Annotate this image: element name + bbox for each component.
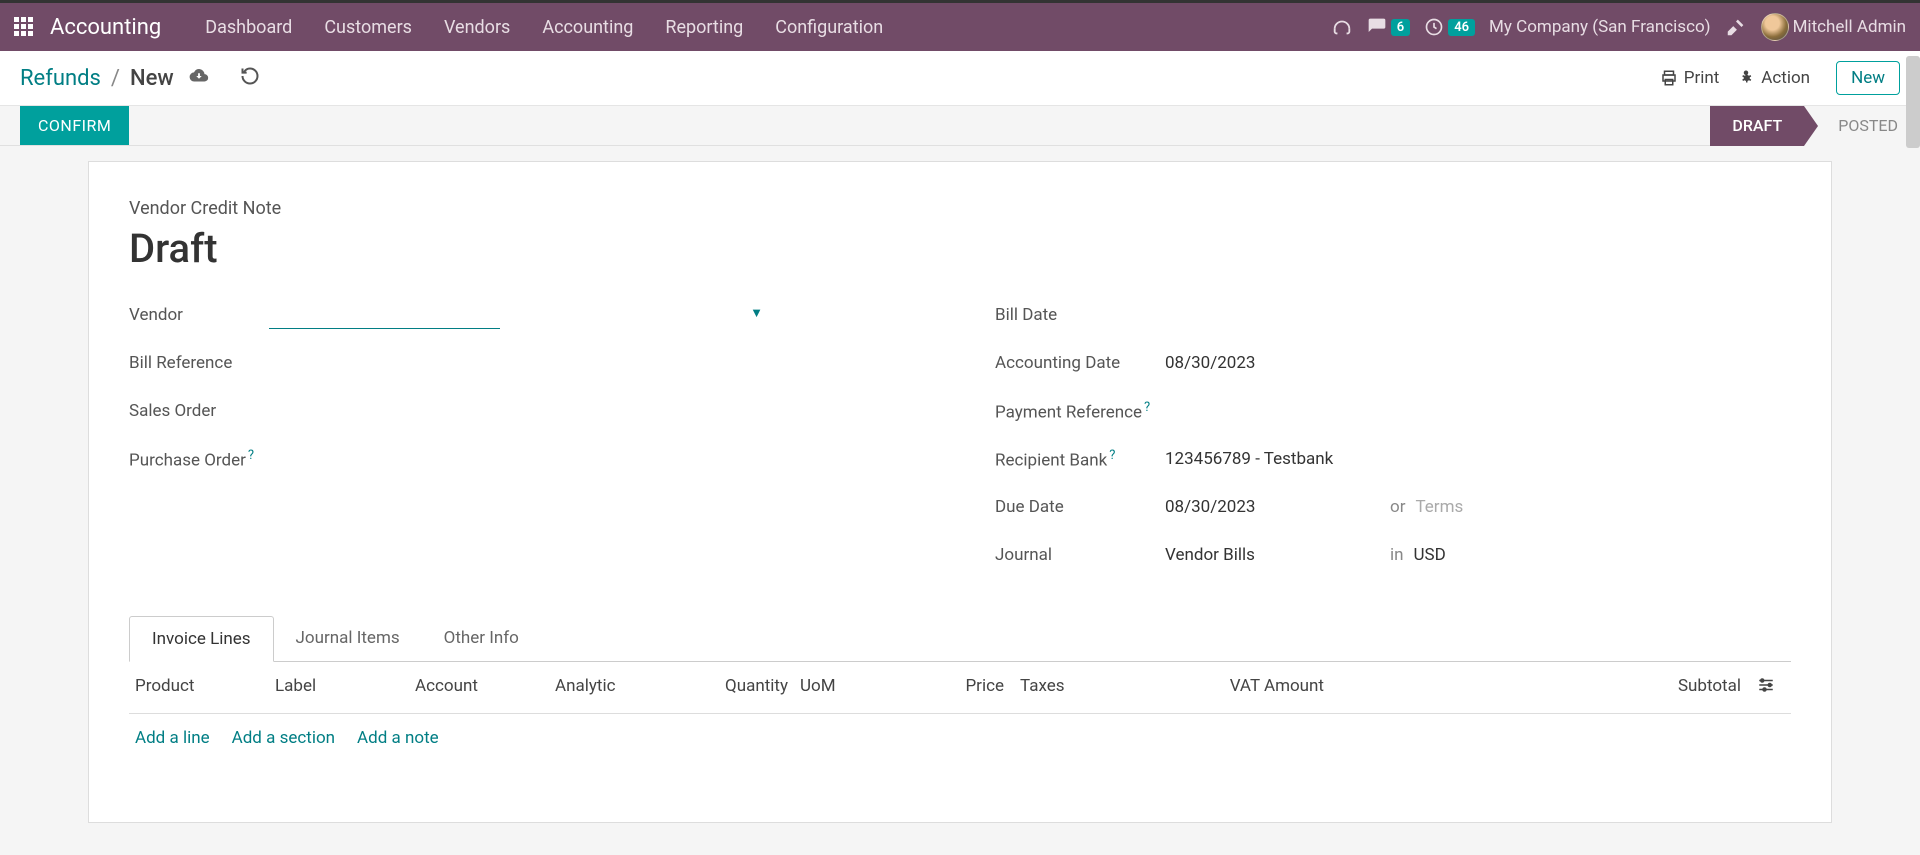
right-column: Bill Date Accounting Date08/30/2023 Paym…: [995, 300, 1791, 588]
in-text: in: [1390, 545, 1404, 565]
billref-label: Bill Reference: [129, 353, 269, 373]
col-quantity: Quantity: [725, 676, 800, 699]
messages-badge: 6: [1391, 19, 1410, 36]
help-icon[interactable]: ?: [1144, 400, 1150, 415]
tools-icon[interactable]: [1725, 16, 1747, 38]
duedate-label: Due Date: [995, 497, 1165, 517]
doc-title: Draft: [129, 225, 1791, 272]
bank-label: Recipient Bank?: [995, 448, 1165, 471]
tab-journal-items[interactable]: Journal Items: [274, 616, 422, 661]
add-note-link[interactable]: Add a note: [357, 728, 439, 748]
breadcrumb-current: New: [130, 66, 174, 91]
breadcrumb-root[interactable]: Refunds: [20, 66, 101, 91]
activities-button[interactable]: 46: [1424, 17, 1475, 37]
nav-vendors[interactable]: Vendors: [428, 17, 526, 38]
topbar: Accounting Dashboard Customers Vendors A…: [0, 3, 1920, 51]
table-header: Product Label Account Analytic Quantity …: [129, 662, 1791, 713]
avatar: [1761, 13, 1789, 41]
acctdate-value[interactable]: 08/30/2023: [1165, 353, 1255, 373]
chevron-down-icon[interactable]: ▼: [750, 305, 763, 321]
col-product: Product: [135, 676, 275, 699]
col-analytic: Analytic: [555, 676, 725, 699]
add-section-link[interactable]: Add a section: [232, 728, 335, 748]
col-uom: UoM: [800, 676, 960, 699]
add-line-link[interactable]: Add a line: [135, 728, 210, 748]
nav-accounting[interactable]: Accounting: [526, 17, 649, 38]
apps-icon[interactable]: [14, 17, 34, 37]
bank-value[interactable]: 123456789 - Testbank: [1165, 449, 1333, 469]
help-icon[interactable]: ?: [1109, 448, 1115, 463]
save-cloud-icon[interactable]: [188, 65, 210, 92]
discard-icon[interactable]: [240, 66, 260, 91]
duedate-value[interactable]: 08/30/2023: [1165, 497, 1380, 517]
salesorder-label: Sales Order: [129, 401, 269, 421]
journal-value[interactable]: Vendor Bills: [1165, 545, 1380, 565]
help-icon[interactable]: ?: [248, 448, 254, 463]
purchaseorder-label: Purchase Order?: [129, 448, 269, 471]
col-price: Price: [960, 676, 1020, 699]
new-button[interactable]: New: [1836, 61, 1900, 95]
currency-value[interactable]: USD: [1414, 545, 1446, 565]
payref-label: Payment Reference?: [995, 400, 1165, 423]
breadcrumb: Refunds / New: [20, 65, 260, 92]
journal-label: Journal: [995, 545, 1165, 565]
tab-other-info[interactable]: Other Info: [422, 616, 541, 661]
nav-dashboard[interactable]: Dashboard: [189, 17, 308, 38]
columns-options-icon[interactable]: [1757, 676, 1785, 699]
col-subtotal: Subtotal: [1340, 676, 1757, 699]
user-name: Mitchell Admin: [1793, 17, 1906, 37]
col-account: Account: [415, 676, 555, 699]
breadcrumb-sep: /: [111, 66, 120, 91]
activities-badge: 46: [1448, 19, 1475, 36]
confirm-button[interactable]: CONFIRM: [20, 106, 129, 145]
main-sheet: Vendor Credit Note Draft Vendor ▼ Bill R…: [88, 161, 1832, 823]
nav-configuration[interactable]: Configuration: [759, 17, 899, 38]
acctdate-label: Accounting Date: [995, 353, 1165, 373]
print-button[interactable]: Print: [1660, 68, 1720, 88]
app-title[interactable]: Accounting: [50, 15, 161, 40]
tab-invoice-lines[interactable]: Invoice Lines: [129, 616, 274, 662]
action-button[interactable]: Action: [1737, 68, 1810, 88]
nav-reporting[interactable]: Reporting: [649, 17, 759, 38]
nav-customers[interactable]: Customers: [308, 17, 428, 38]
tabs: Invoice Lines Journal Items Other Info: [129, 616, 1791, 662]
vendor-label: Vendor: [129, 305, 269, 325]
billdate-label: Bill Date: [995, 305, 1165, 325]
doc-type: Vendor Credit Note: [129, 198, 1791, 219]
header-row: Refunds / New Print Action New: [0, 51, 1920, 106]
status-posted[interactable]: POSTED: [1804, 106, 1920, 146]
status-draft[interactable]: DRAFT: [1710, 106, 1804, 146]
company-selector[interactable]: My Company (San Francisco): [1489, 17, 1711, 37]
messages-button[interactable]: 6: [1367, 17, 1410, 37]
or-text: or: [1390, 497, 1405, 517]
scrollbar[interactable]: [1906, 56, 1920, 148]
table-body: Add a line Add a section Add a note: [129, 713, 1791, 762]
vendor-input[interactable]: [269, 301, 500, 329]
col-taxes: Taxes: [1020, 676, 1180, 699]
left-column: Vendor ▼ Bill Reference Sales Order Purc…: [129, 300, 925, 588]
action-row: CONFIRM DRAFT POSTED: [0, 106, 1920, 146]
col-vat: VAT Amount: [1180, 676, 1340, 699]
col-label: Label: [275, 676, 415, 699]
user-menu[interactable]: Mitchell Admin: [1761, 13, 1906, 41]
terms-input[interactable]: Terms: [1415, 497, 1463, 517]
support-icon[interactable]: [1331, 16, 1353, 38]
status-pills: DRAFT POSTED: [1710, 106, 1920, 146]
